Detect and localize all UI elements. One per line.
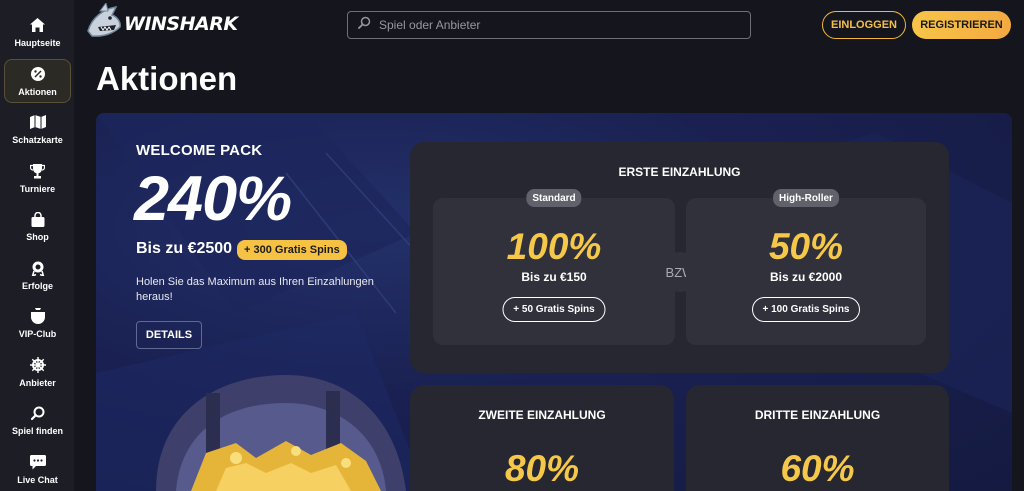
first-deposit-title: ERSTE EINZAHLUNG	[618, 165, 741, 179]
highroller-offer: High-Roller 50% Bis zu €2000 + 100 Grati…	[686, 189, 926, 345]
map-icon	[29, 113, 47, 131]
search-input[interactable]	[379, 18, 739, 32]
login-button[interactable]: EINLOGGEN	[822, 11, 906, 39]
details-button[interactable]: DETAILS	[136, 321, 202, 349]
first-deposit-card: ERSTE EINZAHLUNG Standard 100% Bis zu €1…	[410, 142, 949, 373]
highroller-tag: High-Roller	[773, 189, 839, 207]
sidebar-item-erfolge[interactable]: Erfolge	[4, 253, 71, 297]
home-icon	[29, 16, 47, 34]
standard-percent: 100%	[506, 226, 602, 267]
sidebar-item-label: Live Chat	[17, 475, 58, 485]
sidebar-item-aktionen[interactable]: Aktionen	[4, 59, 71, 103]
search-icon	[29, 404, 47, 422]
third-deposit-title: DRITTE EINZAHLUNG	[754, 408, 881, 422]
sidebar-item-label: Hauptseite	[14, 38, 61, 48]
search-bar[interactable]	[347, 11, 751, 39]
spins-badge: + 300 Gratis Spins	[237, 240, 347, 260]
percent-icon	[29, 65, 47, 83]
sidebar-item-label: Erfolge	[21, 281, 53, 291]
sidebar-item-live-chat[interactable]: Live Chat	[4, 447, 71, 491]
standard-spins-pill: + 50 Gratis Spins	[502, 297, 606, 322]
page-title: Aktionen	[96, 60, 238, 97]
sidebar-item-hauptseite[interactable]: Hauptseite	[4, 10, 71, 54]
welcome-pack-percent: 240%	[134, 164, 292, 234]
sidebar-item-label: Anbieter	[19, 378, 56, 388]
badge-icon	[29, 259, 47, 277]
sidebar-item-turniere[interactable]: Turniere	[4, 156, 71, 200]
sidebar-item-label: Turniere	[19, 184, 56, 194]
welcome-pack-title: WELCOME PACK	[136, 142, 263, 159]
standard-tag: Standard	[526, 189, 582, 207]
trophy-icon	[29, 162, 47, 180]
welcome-pack-description: Holen Sie das Maximum aus Ihren Einzahlu…	[136, 276, 374, 303]
sidebar-item-schatzkarte[interactable]: Schatzkarte	[4, 107, 71, 151]
sidebar-item-spiel-finden[interactable]: Spiel finden	[4, 398, 71, 442]
vip-crest-icon	[29, 307, 47, 325]
sidebar-item-label: Aktionen	[18, 87, 57, 97]
third-deposit-percent: 60%	[780, 448, 855, 489]
welcome-pack-upto: Bis zu €2500	[136, 240, 233, 257]
search-icon	[358, 16, 371, 34]
chat-icon	[29, 453, 47, 471]
standard-upto: Bis zu €150	[521, 270, 587, 284]
brand-logo[interactable]: WINSHARK	[86, 1, 238, 46]
promo-banner: WELCOME PACK 240% Bis zu €2500 + 300 Gra…	[96, 113, 1012, 491]
brand-name: WINSHARK	[124, 13, 238, 35]
standard-offer: Standard 100% Bis zu €150 + 50 Gratis Sp…	[433, 189, 675, 345]
sidebar-item-label: Schatzkarte	[12, 135, 63, 145]
register-button[interactable]: REGISTRIEREN	[912, 11, 1011, 39]
sidebar-item-label: Shop	[26, 232, 49, 242]
second-deposit-title: ZWEITE EINZAHLUNG	[478, 408, 606, 422]
sidebar-item-anbieter[interactable]: Anbieter	[4, 350, 71, 394]
highroller-upto: Bis zu €2000	[769, 270, 843, 284]
second-deposit-percent: 80%	[504, 448, 580, 489]
shark-logo-icon	[86, 1, 122, 46]
highroller-spins-pill: + 100 Gratis Spins	[752, 297, 860, 322]
sidebar-item-label: VIP-Club	[18, 329, 57, 339]
sidebar-item-label: Spiel finden	[11, 426, 63, 436]
highroller-percent: 50%	[768, 226, 844, 267]
second-deposit-card: ZWEITE EINZAHLUNG 80%	[410, 385, 674, 491]
sidebar-item-vip-club[interactable]: VIP-Club	[4, 301, 71, 345]
sidebar: Hauptseite Aktionen Schatzkarte Turniere…	[0, 0, 74, 491]
third-deposit-card: DRITTE EINZAHLUNG 60%	[686, 385, 949, 491]
shopping-bag-icon	[29, 210, 47, 228]
sidebar-item-shop[interactable]: Shop	[4, 204, 71, 248]
ship-wheel-icon	[29, 356, 47, 374]
